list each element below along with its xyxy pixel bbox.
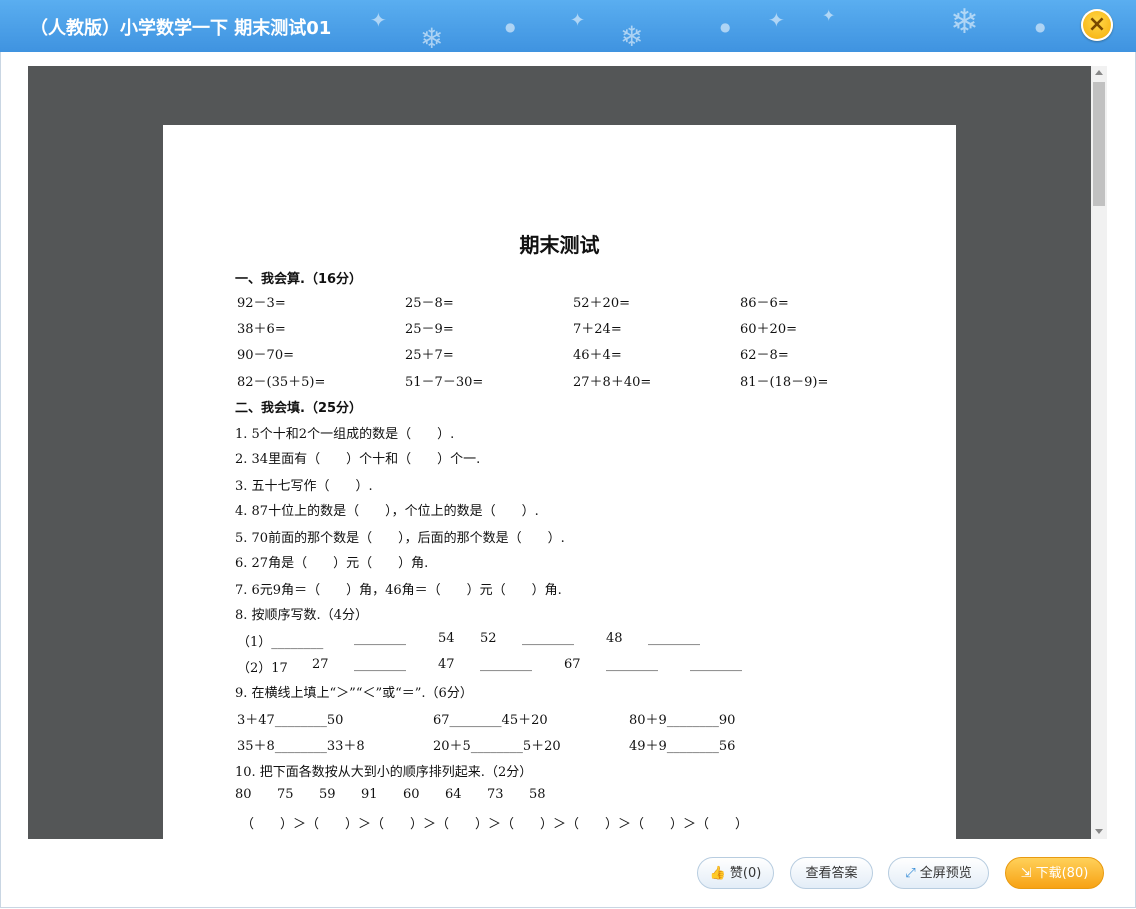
calc-item: 25－9= (405, 322, 454, 337)
question-item: 5. 70前面的那个数是（ ），后面的那个数是（ ）. (235, 531, 565, 546)
scrollbar-thumb[interactable] (1093, 82, 1105, 206)
thumbs-up-icon: 👍 (709, 866, 726, 881)
download-icon: ⇲ (1020, 866, 1032, 881)
order-answer-line: （ ）＞（ ）＞（ ）＞（ ）＞（ ）＞（ ）＞（ ）＞（ ） (241, 817, 749, 832)
number-cell: 91 (361, 787, 378, 802)
sequence-cell: ________ (480, 657, 532, 672)
compare-item: 35＋8________33＋8 (237, 739, 365, 754)
snowflake-decoration: ❄ (420, 22, 444, 52)
expand-icon: ⤢ (905, 866, 916, 881)
window-titlebar: ✦ ❄ ● ✦ ❄ ● ✦ ✦ ❄ ● （人教版）小学数学一下 期末测试01 × (0, 0, 1136, 52)
sequence-cell: 27 (312, 657, 329, 672)
number-cell: 75 (277, 787, 294, 802)
calc-item: 27＋8＋40= (573, 375, 652, 390)
number-cell: 60 (403, 787, 420, 802)
vertical-scrollbar[interactable] (1091, 66, 1107, 839)
sequence-cell: （1）________ (237, 635, 324, 650)
sequence-cell: ________ (606, 657, 658, 672)
window-title: （人教版）小学数学一下 期末测试01 (30, 18, 332, 39)
calc-item: 81－(18－9)= (740, 375, 829, 390)
snowflake-decoration: ✦ (570, 10, 586, 31)
question-item: 7. 6元9角＝（ ）角，46角＝（ ）元（ ）角. (235, 583, 562, 598)
calc-item: 51－7－30= (405, 375, 484, 390)
calc-item: 25－8= (405, 296, 454, 311)
snowflake-decoration: ❄ (620, 20, 644, 52)
sequence-cell: 52 (480, 631, 497, 646)
calc-item: 86－6= (740, 296, 789, 311)
snowflake-decoration: ✦ (822, 6, 836, 25)
number-cell: 58 (529, 787, 546, 802)
document-page: 期末测试 一、我会算.（16分） 92－3= 25－8= 52＋20= 86－6… (163, 125, 956, 839)
sequence-cell: （2）17 (237, 661, 288, 676)
compare-item: 80＋9________90 (629, 713, 736, 728)
like-button[interactable]: 👍 赞(0) (697, 857, 774, 889)
calc-item: 92－3= (237, 296, 286, 311)
calc-item: 62－8= (740, 348, 789, 363)
sequence-cell: 67 (564, 657, 581, 672)
question-item: 4. 87十位上的数是（ ），个位上的数是（ ）. (235, 504, 539, 519)
scroll-up-arrow-icon[interactable] (1095, 70, 1103, 75)
like-label: 赞(0) (729, 866, 762, 881)
sequence-cell: ________ (522, 631, 574, 646)
scroll-down-arrow-icon[interactable] (1095, 829, 1103, 834)
sequence-cell: ________ (354, 657, 406, 672)
snowflake-decoration: ✦ (370, 8, 387, 32)
calc-item: 25＋7= (405, 348, 454, 363)
question-item: 6. 27角是（ ）元（ ）角. (235, 556, 429, 571)
snowflake-decoration: ❄ (950, 2, 979, 42)
compare-item: 49＋9________56 (629, 739, 736, 754)
sequence-cell: 54 (438, 631, 455, 646)
fullscreen-label: 全屏预览 (919, 866, 972, 881)
number-cell: 64 (445, 787, 462, 802)
compare-item: 3＋47________50 (237, 713, 344, 728)
question-item: 10. 把下面各数按从大到小的顺序排列起来.（2分） (235, 765, 533, 780)
number-cell: 73 (487, 787, 504, 802)
calc-item: 82－(35＋5)= (237, 375, 326, 390)
compare-item: 20＋5________5＋20 (433, 739, 561, 754)
section-heading: 一、我会算.（16分） (235, 272, 363, 287)
sequence-cell: ________ (648, 631, 700, 646)
compare-item: 67________45＋20 (433, 713, 548, 728)
snowflake-decoration: ✦ (768, 8, 785, 32)
question-item: 8. 按顺序写数.（4分） (235, 608, 368, 623)
fullscreen-preview-button[interactable]: ⤢ 全屏预览 (888, 857, 989, 889)
calc-item: 7＋24= (573, 322, 622, 337)
question-item: 3. 五十七写作（ ）. (235, 479, 373, 494)
document-title: 期末测试 (519, 233, 600, 257)
download-label: 下载(80) (1035, 866, 1089, 881)
snowflake-decoration: ● (720, 20, 731, 34)
view-answer-label: 查看答案 (805, 866, 858, 881)
calc-item: 90－70= (237, 348, 294, 363)
calc-item: 60＋20= (740, 322, 797, 337)
view-answer-button[interactable]: 查看答案 (790, 857, 873, 889)
question-item: 9. 在横线上填上“＞”“＜”或“＝”.（6分） (235, 686, 473, 701)
snowflake-decoration: ● (1035, 20, 1046, 34)
close-button[interactable]: × (1081, 9, 1113, 41)
question-item: 1. 5个十和2个一组成的数是（ ）. (235, 427, 455, 442)
calc-item: 38＋6= (237, 322, 286, 337)
sequence-cell: ________ (354, 631, 406, 646)
sequence-cell: ________ (690, 657, 742, 672)
close-icon: × (1087, 12, 1107, 37)
question-item: 2. 34里面有（ ）个十和（ ）个一. (235, 452, 481, 467)
calc-item: 52＋20= (573, 296, 630, 311)
section-heading: 二、我会填.（25分） (235, 401, 363, 416)
calc-item: 46＋4= (573, 348, 622, 363)
sequence-cell: 48 (606, 631, 623, 646)
sequence-cell: 47 (438, 657, 455, 672)
document-viewer[interactable]: 期末测试 一、我会算.（16分） 92－3= 25－8= 52＋20= 86－6… (28, 66, 1091, 839)
download-button[interactable]: ⇲ 下载(80) (1005, 857, 1104, 889)
snowflake-decoration: ● (505, 20, 516, 34)
number-cell: 59 (319, 787, 336, 802)
number-cell: 80 (235, 787, 252, 802)
